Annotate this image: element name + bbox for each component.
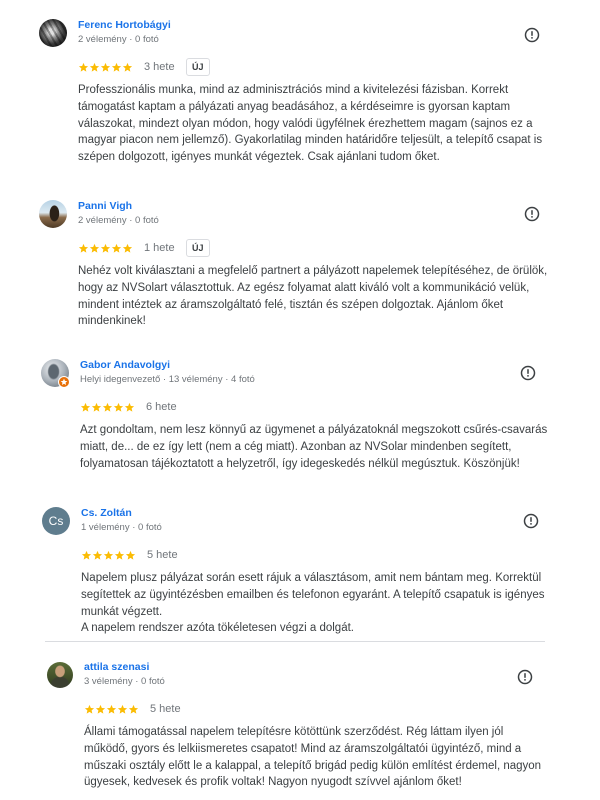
review-time: 1 hete: [144, 242, 175, 254]
star-icon: [78, 243, 89, 253]
star-rating: [84, 704, 139, 715]
author-meta: 2 vélemény · 0 fotó: [78, 34, 159, 45]
author-name-link[interactable]: Panni Vigh: [78, 199, 132, 213]
review-text: Azt gondoltam, nem lesz könnyű az ügymen…: [80, 422, 547, 472]
author-name-link[interactable]: Cs. Zoltán: [81, 506, 132, 520]
avatar[interactable]: [47, 662, 73, 688]
report-icon: [524, 206, 540, 222]
star-icon: [89, 243, 100, 253]
report-review-button[interactable]: [524, 206, 540, 222]
star-icon: [95, 704, 106, 714]
star-icon: [125, 550, 136, 560]
star-icon: [117, 704, 128, 714]
author-meta: Helyi idegenvezető · 13 vélemény · 4 fot…: [80, 374, 255, 385]
report-review-button[interactable]: [524, 27, 540, 43]
star-icon: [100, 62, 111, 72]
review-text-line: műszaki osztály előtt le a kalappal, a t…: [84, 759, 542, 772]
report-icon: [524, 27, 540, 43]
review-divider: [45, 641, 545, 642]
review-text-line: segítettek az ügyintézésben emailben és …: [81, 588, 545, 601]
review-text-line: Azt gondoltam, nem lesz könnyű az ügymen…: [80, 424, 548, 436]
report-review-button[interactable]: [517, 669, 533, 685]
review-text-line: működő, gyors és lelkiismeretes csapatot…: [84, 742, 522, 755]
star-icon: [100, 243, 111, 253]
review-text-line: munkát végzett.: [81, 605, 163, 618]
report-icon: [517, 669, 533, 685]
avatar-initials: Cs: [48, 514, 64, 528]
star-rating: [78, 243, 133, 254]
star-icon: [111, 243, 122, 253]
star-icon: [103, 550, 114, 560]
review-text: Nehéz volt kiválasztani a megfelelő part…: [78, 263, 547, 330]
review-time: 3 hete: [144, 61, 175, 73]
avatar[interactable]: [39, 200, 67, 228]
star-icon: [122, 62, 133, 72]
author-meta: 1 vélemény · 0 fotó: [81, 522, 162, 533]
author-name-link[interactable]: Gabor Andavolgyi: [80, 358, 170, 372]
star-icon: [106, 704, 117, 714]
review-text-line: magyar piacon nem jellemző). Gyakorlatil…: [78, 134, 543, 147]
star-icon: [102, 402, 113, 412]
star-icon: [80, 402, 91, 412]
review-text-line: folyamatosan tájékoztatott a helyzetről,…: [80, 457, 520, 470]
new-badge: ÚJ: [186, 239, 210, 257]
review-text-line: mindenkinek!: [78, 315, 146, 328]
star-rating: [78, 62, 133, 73]
review-text-line: ügyesek, kedvesek és profik voltak! Nagy…: [84, 776, 462, 789]
author-name-link[interactable]: attila szenasi: [84, 660, 149, 674]
star-rating: [80, 402, 135, 413]
avatar[interactable]: Cs: [42, 507, 70, 535]
report-review-button[interactable]: [523, 513, 539, 529]
star-icon: [114, 550, 125, 560]
review-text-line: támogatást kaptam a pályázati anyag bead…: [78, 100, 511, 113]
review-text-line: miatt, de... de ez így lett (nem a cég m…: [80, 440, 512, 453]
author-meta: 2 vélemény · 0 fotó: [78, 215, 159, 226]
star-icon: [78, 62, 89, 72]
star-rating: [81, 550, 136, 561]
avatar[interactable]: [39, 19, 67, 47]
star-icon: [128, 704, 139, 714]
star-icon: [111, 62, 122, 72]
review-text-line: mindent intéztek az áramszolgáltató felé…: [78, 298, 504, 311]
review-time: 5 hete: [147, 549, 178, 561]
review-text-line: Professzionális munka, mind az adminiszt…: [78, 84, 509, 96]
review-text-line: A napelem rendszer azóta tökéletesen vég…: [81, 622, 354, 635]
star-icon: [92, 550, 103, 560]
report-icon: [520, 365, 536, 381]
new-badge: ÚJ: [186, 58, 210, 76]
report-icon: [523, 513, 539, 529]
star-icon: [84, 704, 95, 714]
review-text-line: Állami támogatással napelem telepítésre …: [84, 726, 504, 738]
review-time: 5 hete: [150, 703, 181, 715]
star-icon: [89, 62, 100, 72]
review-text: Állami támogatással napelem telepítésre …: [84, 724, 541, 791]
review-text-line: Napelem plusz pályázat során esett rájuk…: [81, 572, 542, 584]
review-text-line: Nehéz volt kiválasztani a megfelelő part…: [78, 265, 548, 277]
avatar[interactable]: [41, 359, 70, 388]
author-meta: 3 vélemény · 0 fotó: [84, 676, 165, 687]
star-icon: [122, 243, 133, 253]
report-review-button[interactable]: [520, 365, 536, 381]
local-guide-badge-icon: [58, 376, 70, 388]
author-name-link[interactable]: Ferenc Hortobágyi: [78, 18, 171, 32]
star-icon: [124, 402, 135, 412]
star-icon: [81, 550, 92, 560]
review-text-line: szépen dolgozott, igényes munkát végezte…: [78, 151, 440, 163]
review-text-line: válaszokat, mindezt olyan módon, hogy va…: [78, 117, 533, 130]
review-text: Napelem plusz pályázat során esett rájuk…: [81, 570, 545, 637]
review-text: Professzionális munka, mind az adminiszt…: [78, 82, 542, 166]
star-icon: [91, 402, 102, 412]
review-time: 6 hete: [146, 401, 177, 413]
star-icon: [113, 402, 124, 412]
review-text-line: hogy az NVSolart választottuk. Az egész …: [78, 281, 530, 294]
